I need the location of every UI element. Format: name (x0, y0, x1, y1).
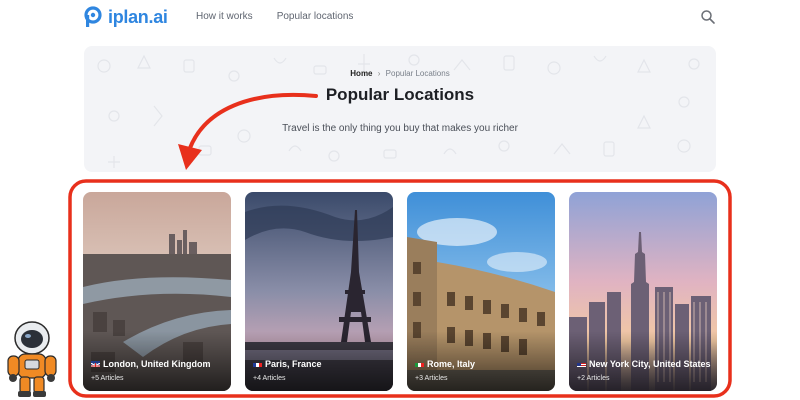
usa-flag-icon (577, 361, 586, 367)
location-name: Paris, France (265, 359, 322, 369)
page-title: Popular Locations (325, 85, 475, 104)
astronaut-mascot-icon (7, 321, 57, 397)
uk-flag-icon (91, 361, 100, 367)
location-name: Rome, Italy (427, 359, 476, 369)
breadcrumb-current: Popular Locations (385, 69, 450, 78)
location-card-paris[interactable]: Paris, France +4 Articles (245, 192, 393, 391)
italy-flag-icon (415, 361, 424, 367)
caption-title: New York City, United States (577, 359, 711, 369)
search-icon[interactable] (700, 9, 716, 25)
page-subtitle: Travel is the only thing you buy that ma… (282, 123, 518, 134)
location-name: London, United Kingdom (103, 359, 211, 369)
logo-icon (84, 6, 102, 27)
nav-popular-locations[interactable]: Popular locations (277, 11, 354, 22)
france-flag-icon (253, 361, 262, 367)
location-card-rome[interactable]: Rome, Italy +3 Articles (407, 192, 555, 391)
caption-title: London, United Kingdom (91, 359, 210, 369)
caption-title: Paris, France (253, 359, 322, 369)
caption-title: Rome, Italy (415, 359, 475, 369)
brand-name: iplan.ai (108, 6, 168, 27)
main-nav: How it works Popular locations (196, 11, 353, 22)
article-count: +4 Articles (253, 375, 286, 382)
article-count: +5 Articles (91, 375, 124, 382)
breadcrumb-separator: › (377, 69, 381, 78)
article-count: +3 Articles (415, 375, 448, 382)
brand-logo[interactable]: iplan.ai (82, 5, 168, 29)
top-header: iplan.ai How it works Popular locations (0, 0, 800, 36)
article-count: +2 Articles (577, 375, 610, 382)
location-name: New York City, United States (589, 359, 711, 369)
location-card-london[interactable]: London, United Kingdom +5 Articles (83, 192, 231, 391)
nav-how-it-works[interactable]: How it works (196, 11, 253, 22)
hero-banner: Home › Popular Locations Popular Locatio… (84, 46, 716, 172)
travel-doodle-pattern (97, 54, 700, 168)
location-card-new-york[interactable]: New York City, United States +2 Articles (569, 192, 717, 391)
breadcrumb-home[interactable]: Home (350, 69, 372, 78)
breadcrumb: Home › Popular Locations (84, 69, 716, 78)
